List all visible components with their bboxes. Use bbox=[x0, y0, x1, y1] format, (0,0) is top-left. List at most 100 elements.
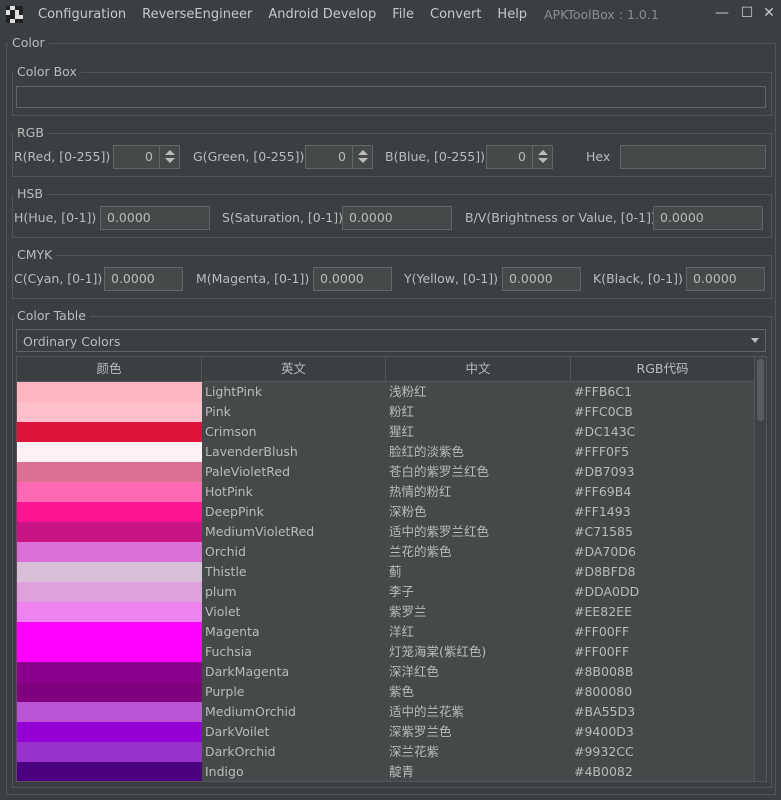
red-spinner[interactable]: 0 bbox=[113, 145, 180, 169]
color-rgb-code: #EE82EE bbox=[574, 604, 632, 619]
table-row[interactable]: MediumOrchid 适中的兰花紫 #BA55D3 bbox=[17, 702, 755, 722]
red-label: R(Red, [0-255]) bbox=[14, 149, 111, 164]
menu-configuration[interactable]: Configuration bbox=[38, 7, 126, 22]
table-row[interactable]: Violet 紫罗兰 #EE82EE bbox=[17, 602, 755, 622]
table-row[interactable]: Magenta 洋红 #FF00FF bbox=[17, 622, 755, 642]
yellow-label: Y(Yellow, [0-1]) bbox=[404, 271, 498, 286]
chevron-down-icon[interactable] bbox=[751, 338, 759, 343]
menu-bar: Configuration ReverseEngineer Android De… bbox=[38, 7, 543, 22]
decrement-icon[interactable] bbox=[358, 158, 368, 163]
maximize-button[interactable]: ☐ bbox=[737, 5, 757, 21]
increment-icon[interactable] bbox=[358, 150, 368, 155]
table-row[interactable]: Crimson 猩红 #DC143C bbox=[17, 422, 755, 442]
color-rgb-code: #D8BFD8 bbox=[574, 564, 636, 579]
table-row[interactable]: Purple 紫色 #800080 bbox=[17, 682, 755, 702]
color-rgb-code: #FF00FF bbox=[574, 644, 630, 659]
blue-spinner[interactable]: 0 bbox=[486, 145, 553, 169]
magenta-input[interactable]: 0.0000 bbox=[313, 267, 392, 291]
menu-reverse-engineer[interactable]: ReverseEngineer bbox=[142, 7, 252, 22]
table-row[interactable]: DeepPink 深粉色 #FF1493 bbox=[17, 502, 755, 522]
column-header-chinese[interactable]: 中文 bbox=[386, 357, 571, 382]
table-row[interactable]: Thistle 蓟 #D8BFD8 bbox=[17, 562, 755, 582]
table-row[interactable]: DarkVoilet 深紫罗兰色 #9400D3 bbox=[17, 722, 755, 742]
color-english-name: Magenta bbox=[205, 624, 260, 639]
table-row[interactable]: LavenderBlush 脸红的淡紫色 #FFF0F5 bbox=[17, 442, 755, 462]
color-swatch bbox=[17, 742, 202, 762]
table-row[interactable]: HotPink 热情的粉红 #FF69B4 bbox=[17, 482, 755, 502]
color-box-legend: Color Box bbox=[13, 65, 81, 79]
table-row[interactable]: PaleVioletRed 苍白的紫罗兰红色 #DB7093 bbox=[17, 462, 755, 482]
increment-icon[interactable] bbox=[165, 150, 175, 155]
menu-file[interactable]: File bbox=[392, 7, 414, 22]
app-title: APKToolBox : 1.0.1 bbox=[544, 7, 659, 22]
color-chinese-name: 猩红 bbox=[389, 424, 415, 439]
color-swatch bbox=[17, 602, 202, 622]
column-header-color[interactable]: 颜色 bbox=[17, 357, 202, 382]
minimize-button[interactable]: — bbox=[712, 5, 732, 21]
brightness-label: B/V(Brightness or Value, [0-1]) bbox=[465, 210, 656, 225]
color-rgb-code: #4B0082 bbox=[574, 764, 633, 779]
yellow-input[interactable]: 0.0000 bbox=[502, 267, 581, 291]
color-rgb-code: #800080 bbox=[574, 684, 633, 699]
decrement-icon[interactable] bbox=[165, 158, 175, 163]
cyan-input[interactable]: 0.0000 bbox=[104, 267, 183, 291]
color-panel-title: Color bbox=[8, 36, 49, 50]
table-row[interactable]: Fuchsia 灯笼海棠(紫红色) #FF00FF bbox=[17, 642, 755, 662]
color-chinese-name: 灯笼海棠(紫红色) bbox=[389, 644, 487, 659]
color-swatch bbox=[17, 722, 202, 742]
color-swatch bbox=[17, 562, 202, 582]
table-row[interactable]: DarkMagenta 深洋红色 #8B008B bbox=[17, 662, 755, 682]
table-body: LightPink 浅粉红 #FFB6C1 Pink 粉红 #FFC0CB Crimson 猩… bbox=[17, 382, 755, 781]
saturation-input[interactable]: 0.0000 bbox=[342, 206, 452, 230]
table-row[interactable]: DarkOrchid 深兰花紫 #9932CC bbox=[17, 742, 755, 762]
color-rgb-code: #FF1493 bbox=[574, 504, 631, 519]
color-rgb-code: #FFF0F5 bbox=[574, 444, 630, 459]
scrollbar-thumb[interactable] bbox=[757, 359, 764, 421]
color-swatch bbox=[17, 762, 202, 781]
color-swatch bbox=[17, 662, 202, 682]
color-chinese-name: 洋红 bbox=[389, 624, 415, 639]
color-english-name: plum bbox=[205, 584, 237, 599]
close-button[interactable]: ✕ bbox=[759, 5, 779, 21]
hsb-legend: HSB bbox=[13, 187, 47, 201]
color-english-name: HotPink bbox=[205, 484, 253, 499]
color-english-name: LavenderBlush bbox=[205, 444, 298, 459]
cyan-label: C(Cyan, [0-1]) bbox=[14, 271, 103, 286]
color-english-name: DarkVoilet bbox=[205, 724, 270, 739]
menu-android-develop[interactable]: Android Develop bbox=[268, 7, 376, 22]
color-category-value: Ordinary Colors bbox=[23, 334, 121, 349]
increment-icon[interactable] bbox=[538, 150, 548, 155]
table-row[interactable]: Indigo 靛青 #4B0082 bbox=[17, 762, 755, 781]
column-header-english[interactable]: 英文 bbox=[202, 357, 386, 382]
color-english-name: Orchid bbox=[205, 544, 246, 559]
table-row[interactable]: LightPink 浅粉红 #FFB6C1 bbox=[17, 382, 755, 402]
column-header-rgb-code[interactable]: RGB代码 bbox=[571, 357, 755, 382]
vertical-scrollbar[interactable] bbox=[754, 357, 766, 781]
color-table: 颜色 英文 中文 RGB代码 LightPink 浅粉红 #FFB6C1 Pink 粉红… bbox=[16, 356, 767, 782]
color-english-name: PaleVioletRed bbox=[205, 464, 291, 479]
table-row[interactable]: Pink 粉红 #FFC0CB bbox=[17, 402, 755, 422]
table-row[interactable]: MediumVioletRed 适中的紫罗兰红色 #C71585 bbox=[17, 522, 755, 542]
menu-help[interactable]: Help bbox=[497, 7, 527, 22]
color-table-legend: Color Table bbox=[13, 309, 90, 323]
menu-convert[interactable]: Convert bbox=[430, 7, 481, 22]
color-category-select[interactable]: Ordinary Colors bbox=[16, 329, 766, 352]
blue-label: B(Blue, [0-255]) bbox=[385, 149, 486, 164]
color-english-name: MediumVioletRed bbox=[205, 524, 315, 539]
green-spinner[interactable]: 0 bbox=[305, 145, 373, 169]
table-row[interactable]: Orchid 兰花的紫色 #DA70D6 bbox=[17, 542, 755, 562]
magenta-label: M(Magenta, [0-1]) bbox=[196, 271, 310, 286]
table-row[interactable]: plum 李子 #DDA0DD bbox=[17, 582, 755, 602]
black-label: K(Black, [0-1]) bbox=[593, 271, 683, 286]
color-chinese-name: 深洋红色 bbox=[389, 664, 440, 679]
color-english-name: Thistle bbox=[205, 564, 247, 579]
color-swatch bbox=[17, 522, 202, 542]
black-input[interactable]: 0.0000 bbox=[686, 267, 765, 291]
color-chinese-name: 紫罗兰 bbox=[389, 604, 427, 619]
hue-input[interactable]: 0.0000 bbox=[100, 206, 210, 230]
brightness-input[interactable]: 0.0000 bbox=[653, 206, 763, 230]
decrement-icon[interactable] bbox=[538, 158, 548, 163]
hex-input[interactable] bbox=[620, 145, 766, 169]
color-chinese-name: 紫色 bbox=[389, 684, 415, 699]
color-swatch bbox=[17, 702, 202, 722]
